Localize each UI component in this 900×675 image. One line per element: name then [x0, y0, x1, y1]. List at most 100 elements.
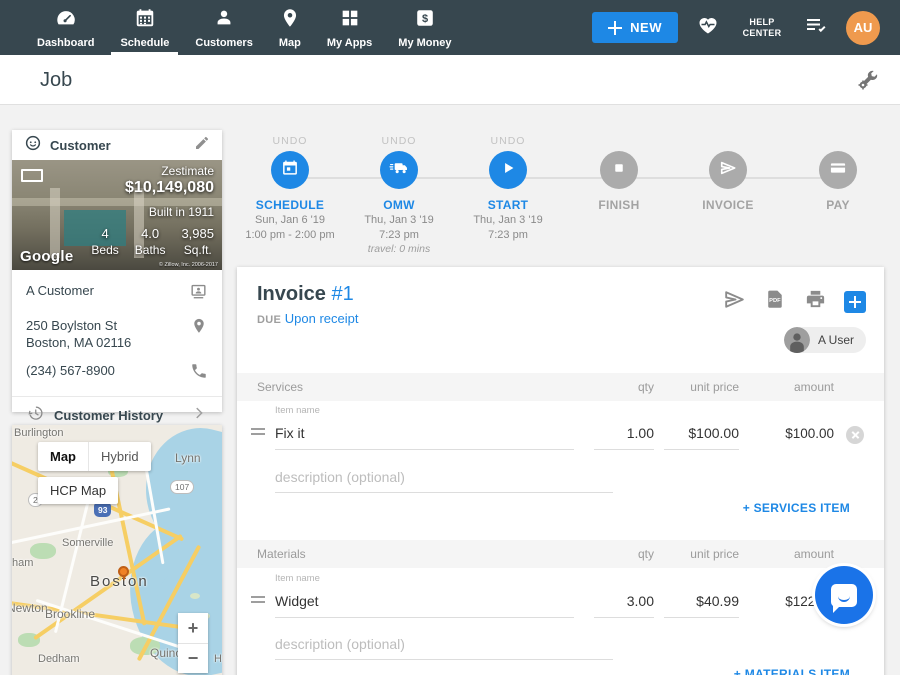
pay-step-button[interactable]: [819, 151, 857, 189]
assignee-chip[interactable]: A User: [784, 327, 866, 353]
chat-fab-button[interactable]: [815, 566, 873, 624]
material-unit-price-value: $40.99: [664, 593, 739, 609]
new-button[interactable]: NEW: [592, 12, 678, 43]
edit-pencil-icon[interactable]: [194, 135, 210, 156]
undo-start-link[interactable]: UNDO: [448, 130, 568, 149]
invoice-actions: PDF: [722, 287, 866, 317]
nav-label-schedule: Schedule: [120, 37, 169, 49]
job-settings-icon[interactable]: [856, 68, 880, 97]
street-view-toggle-icon[interactable]: [21, 169, 43, 182]
material-unit-price-field[interactable]: $40.99: [664, 593, 739, 618]
material-line-item: Item name Widget 3.00 $40.99 $122.97: [237, 573, 884, 618]
map-type-buttons: Map Hybrid: [38, 442, 151, 471]
service-unit-price-field[interactable]: $100.00: [664, 425, 739, 450]
service-qty-field[interactable]: 1.00: [594, 425, 654, 450]
add-invoice-button[interactable]: [844, 291, 866, 313]
finish-step-label: FINISH: [559, 198, 679, 212]
customer-card: Customer Zestimate $10,149,080 Built in …: [12, 130, 222, 412]
add-services-item-link[interactable]: + SERVICES ITEM: [743, 501, 850, 515]
zestimate-value: $10,149,080: [91, 179, 214, 197]
contact-card-icon[interactable]: [189, 282, 208, 306]
nav-item-my-apps[interactable]: My Apps: [314, 0, 385, 55]
material-item-name-field[interactable]: Item name Widget: [275, 573, 574, 618]
services-section-title: Services: [257, 380, 584, 394]
remove-service-item-button[interactable]: [846, 426, 864, 444]
nav-item-my-money[interactable]: $ My Money: [385, 0, 464, 55]
play-icon: [498, 158, 518, 183]
service-description-field[interactable]: description (optional): [275, 465, 613, 493]
map-type-hybrid-button[interactable]: Hybrid: [88, 442, 151, 471]
customer-card-title: Customer: [50, 138, 194, 153]
start-step-button[interactable]: [489, 151, 527, 189]
location-pin-icon[interactable]: [190, 317, 208, 340]
material-description-field[interactable]: description (optional): [275, 632, 613, 660]
service-qty-value: 1.00: [594, 425, 654, 441]
unit-price-column-header: unit price: [654, 380, 739, 394]
timeline-step-start: UNDO START Thu, Jan 3 '19 7:23 pm: [448, 130, 568, 242]
map-label-waltham: ham: [12, 557, 33, 569]
nav-label-dashboard: Dashboard: [37, 37, 94, 49]
list-check-icon[interactable]: [804, 13, 828, 42]
undo-omw-link[interactable]: UNDO: [339, 130, 459, 149]
help-center-link[interactable]: HELP CENTER: [738, 17, 786, 39]
invoice-title: Invoice #1: [257, 283, 354, 306]
property-stats: 4Beds 4.0Baths 3,985Sq.ft.: [91, 226, 214, 257]
omw-date: Thu, Jan 3 '19: [339, 214, 459, 227]
nav-item-map[interactable]: Map: [266, 0, 314, 55]
pdf-icon[interactable]: PDF: [764, 288, 787, 316]
nav-label-map: Map: [279, 37, 301, 49]
invoice-due: DUE Upon receipt: [257, 311, 358, 326]
finish-step-button[interactable]: [600, 151, 638, 189]
job-timeline: UNDO SCHEDULE Sun, Jan 6 '19 1:00 pm - 2…: [237, 130, 884, 265]
timeline-step-invoice: INVOICE: [668, 130, 788, 212]
route-107-shield: 107: [170, 480, 194, 494]
drag-handle-icon[interactable]: [251, 596, 275, 618]
sqft-label: Sq.ft.: [181, 243, 214, 257]
user-avatar[interactable]: AU: [846, 11, 880, 45]
job-location-marker[interactable]: [118, 566, 129, 577]
history-icon: [26, 404, 44, 427]
nav-item-schedule[interactable]: Schedule: [107, 0, 182, 55]
due-value-link[interactable]: Upon receipt: [285, 311, 359, 326]
zoom-in-button[interactable]: +: [178, 613, 208, 643]
face-icon: [24, 134, 42, 157]
send-invoice-icon[interactable]: [722, 287, 747, 317]
svg-text:$: $: [422, 13, 428, 25]
chevron-right-icon: [190, 404, 208, 427]
map-label-somerville: Somerville: [62, 537, 113, 549]
heart-pulse-icon[interactable]: [696, 13, 720, 42]
undo-schedule-link[interactable]: UNDO: [230, 130, 350, 149]
map-label-brookline: Brookline: [45, 607, 95, 621]
timeline-step-schedule: UNDO SCHEDULE Sun, Jan 6 '19 1:00 pm - 2…: [230, 130, 350, 242]
invoice-step-button[interactable]: [709, 151, 747, 189]
add-materials-item-link[interactable]: + MATERIALS ITEM: [734, 667, 850, 675]
calendar-step-icon: [280, 158, 300, 183]
item-name-label: Item name: [275, 405, 574, 416]
customer-address-line1: 250 Boylston St: [26, 318, 117, 333]
service-item-name-field[interactable]: Item name Fix it: [275, 405, 574, 450]
customer-name: A Customer: [26, 282, 94, 299]
qty-column-header: qty: [584, 380, 654, 394]
item-name-label: Item name: [275, 573, 574, 584]
drag-handle-icon[interactable]: [251, 428, 275, 450]
nav-item-dashboard[interactable]: Dashboard: [24, 0, 107, 55]
hcp-map-button[interactable]: HCP Map: [38, 477, 118, 504]
material-qty-field[interactable]: 3.00: [594, 593, 654, 618]
person-icon: [213, 7, 235, 34]
property-photo: Zestimate $10,149,080 Built in 1911 4Bed…: [12, 160, 222, 270]
invoice-number: #1: [331, 283, 353, 305]
service-amount: $100.00: [739, 426, 834, 450]
assignee-name: A User: [818, 333, 854, 347]
schedule-step-button[interactable]: [271, 151, 309, 189]
schedule-step-label: SCHEDULE: [230, 198, 350, 212]
omw-step-button[interactable]: [380, 151, 418, 189]
map-type-map-button[interactable]: Map: [38, 442, 88, 471]
omw-step-label: OMW: [339, 198, 459, 212]
send-step-icon: [718, 158, 738, 183]
nav-item-customers[interactable]: Customers: [182, 0, 265, 55]
print-icon[interactable]: [804, 288, 827, 316]
zoom-out-button[interactable]: −: [178, 643, 208, 673]
phone-icon[interactable]: [190, 362, 208, 385]
zestimate-overlay: Zestimate $10,149,080 Built in 1911 4Bed…: [91, 164, 214, 257]
nav-label-my-money: My Money: [398, 37, 451, 49]
